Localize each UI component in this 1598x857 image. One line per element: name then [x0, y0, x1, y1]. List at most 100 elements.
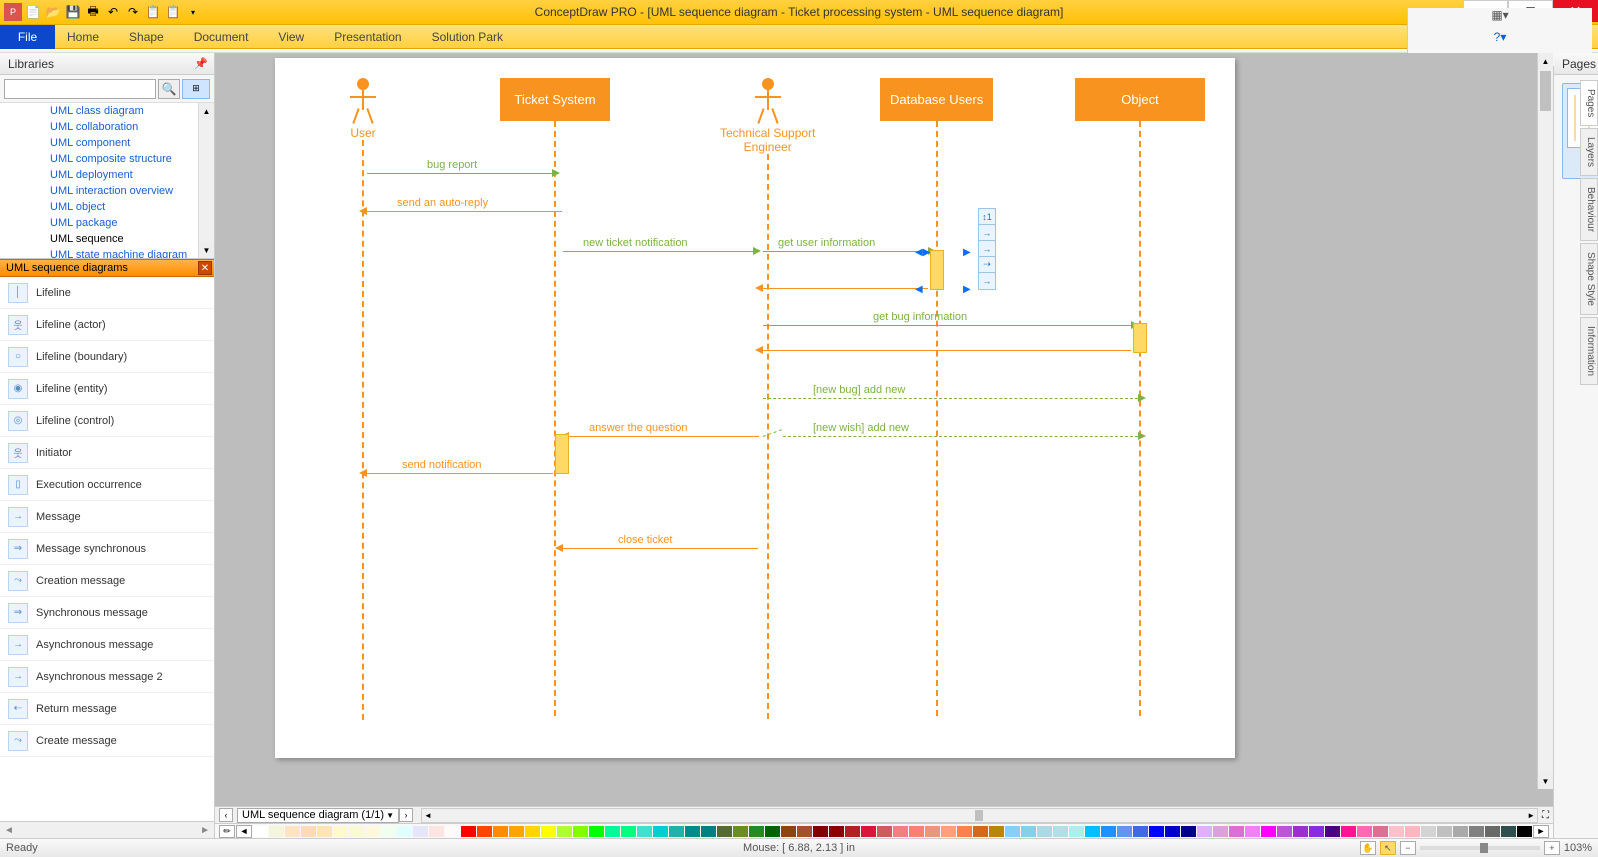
color-swatch[interactable]	[989, 826, 1004, 837]
tab-home[interactable]: Home	[67, 30, 99, 44]
scroll-thumb[interactable]	[1540, 71, 1551, 111]
color-swatch[interactable]	[1245, 826, 1260, 837]
handle-icon[interactable]: ▶	[963, 284, 971, 295]
color-swatch[interactable]	[637, 826, 652, 837]
color-swatch[interactable]	[749, 826, 764, 837]
pointer-tool-icon[interactable]: ↖	[1380, 841, 1396, 855]
pin-icon[interactable]: 📌	[194, 57, 208, 70]
color-swatch[interactable]	[685, 826, 700, 837]
color-swatch[interactable]	[1405, 826, 1420, 837]
color-swatch[interactable]	[1277, 826, 1292, 837]
color-swatch[interactable]	[1037, 826, 1052, 837]
color-swatch[interactable]	[1373, 826, 1388, 837]
tab-shape[interactable]: Shape	[129, 30, 164, 44]
shape-item[interactable]: ⤳Create message	[0, 725, 214, 757]
tool-icon[interactable]: ⇢	[979, 257, 995, 273]
help-icon[interactable]: ?▾	[1494, 30, 1507, 44]
zoom-out-icon[interactable]: −	[1400, 841, 1416, 855]
color-swatch[interactable]	[621, 826, 636, 837]
color-swatch[interactable]	[253, 826, 268, 837]
color-swatch[interactable]	[813, 826, 828, 837]
tree-item[interactable]: UML class diagram	[0, 103, 214, 119]
canvas-hscroll[interactable]: ◄►	[421, 808, 1538, 823]
color-swatch[interactable]	[1005, 826, 1020, 837]
lifeline-database-users[interactable]: Database Users	[880, 78, 993, 716]
color-swatch[interactable]	[333, 826, 348, 837]
shape-item[interactable]: ⇒Synchronous message	[0, 597, 214, 629]
handle-icon[interactable]: ▶	[963, 247, 971, 258]
color-swatch[interactable]	[301, 826, 316, 837]
color-swatch[interactable]	[285, 826, 300, 837]
color-swatch[interactable]	[1229, 826, 1244, 837]
tab-presentation[interactable]: Presentation	[334, 30, 401, 44]
vtab-shape-style[interactable]: Shape Style	[1580, 243, 1598, 315]
color-swatch[interactable]	[941, 826, 956, 837]
zoom-slider[interactable]	[1420, 846, 1540, 850]
ribbon-mode-icon[interactable]: ▦▾	[1491, 8, 1508, 22]
color-swatch[interactable]	[1021, 826, 1036, 837]
canvas[interactable]: User Ticket System Technical	[275, 58, 1235, 758]
color-swatch[interactable]	[1101, 826, 1116, 837]
color-swatch[interactable]	[1517, 826, 1532, 837]
color-swatch[interactable]	[1421, 826, 1436, 837]
eyedropper-icon[interactable]: ✏	[219, 825, 235, 838]
color-swatch[interactable]	[1389, 826, 1404, 837]
vtab-layers[interactable]: Layers	[1580, 128, 1598, 176]
color-swatch[interactable]	[701, 826, 716, 837]
color-swatch[interactable]	[893, 826, 908, 837]
scroll-down-icon[interactable]: ▼	[199, 242, 214, 258]
color-swatch[interactable]	[861, 826, 876, 837]
color-swatch[interactable]	[1165, 826, 1180, 837]
tree-item[interactable]: UML composite structure	[0, 151, 214, 167]
handle-icon[interactable]: ◀▶	[915, 247, 930, 258]
tool-icon[interactable]: →	[979, 273, 995, 289]
scroll-up-icon[interactable]: ▲	[199, 103, 214, 119]
tab-document[interactable]: Document	[194, 30, 249, 44]
color-swatch[interactable]	[845, 826, 860, 837]
color-swatch[interactable]	[1325, 826, 1340, 837]
library-search-input[interactable]	[4, 79, 156, 99]
tool-icon[interactable]: →	[979, 241, 995, 257]
shape-item[interactable]: →Asynchronous message 2	[0, 661, 214, 693]
color-swatch[interactable]	[1293, 826, 1308, 837]
color-swatch[interactable]	[589, 826, 604, 837]
color-swatch[interactable]	[1501, 826, 1516, 837]
zoom-in-icon[interactable]: +	[1544, 841, 1560, 855]
color-swatch[interactable]	[717, 826, 732, 837]
shape-item[interactable]: →Message	[0, 501, 214, 533]
shape-item[interactable]: →Asynchronous message	[0, 629, 214, 661]
canvas-viewport[interactable]: User Ticket System Technical	[215, 53, 1553, 806]
tree-item[interactable]: UML interaction overview	[0, 183, 214, 199]
exec-occurrence-ticket[interactable]	[555, 434, 569, 474]
shape-item[interactable]: ◉Lifeline (entity)	[0, 373, 214, 405]
color-swatch[interactable]	[525, 826, 540, 837]
shape-item[interactable]: 웃Initiator	[0, 437, 214, 469]
color-swatch[interactable]	[909, 826, 924, 837]
color-swatch[interactable]	[1213, 826, 1228, 837]
color-swatch[interactable]	[1133, 826, 1148, 837]
hand-tool-icon[interactable]: ✋	[1360, 841, 1376, 855]
color-swatch[interactable]	[957, 826, 972, 837]
palette-nav-icon[interactable]: ►	[1533, 825, 1549, 838]
color-swatch[interactable]	[1309, 826, 1324, 837]
color-swatch[interactable]	[669, 826, 684, 837]
exec-occurrence-obj[interactable]	[1133, 323, 1147, 353]
color-swatch[interactable]	[381, 826, 396, 837]
color-swatch[interactable]	[349, 826, 364, 837]
color-swatch[interactable]	[509, 826, 524, 837]
expand-icon[interactable]: ⊞	[182, 79, 210, 99]
tool-icon[interactable]: →	[979, 225, 995, 241]
color-swatch[interactable]	[1053, 826, 1068, 837]
tree-item[interactable]: UML state machine diagram	[0, 247, 214, 259]
color-swatch[interactable]	[781, 826, 796, 837]
shape-toolbar[interactable]: ↕1 → → ⇢ →	[978, 208, 996, 290]
page-tab[interactable]: UML sequence diagram (1/1) ▼	[237, 808, 399, 823]
color-swatch[interactable]	[413, 826, 428, 837]
canvas-vscroll[interactable]: ▲ ▼	[1537, 53, 1553, 789]
vtab-information[interactable]: Information	[1580, 317, 1598, 385]
vtab-behaviour[interactable]: Behaviour	[1580, 178, 1598, 241]
shape-item[interactable]: ◎Lifeline (control)	[0, 405, 214, 437]
search-icon[interactable]: 🔍	[158, 79, 180, 99]
color-swatch[interactable]	[797, 826, 812, 837]
lifeline-user[interactable]: User	[350, 78, 376, 720]
